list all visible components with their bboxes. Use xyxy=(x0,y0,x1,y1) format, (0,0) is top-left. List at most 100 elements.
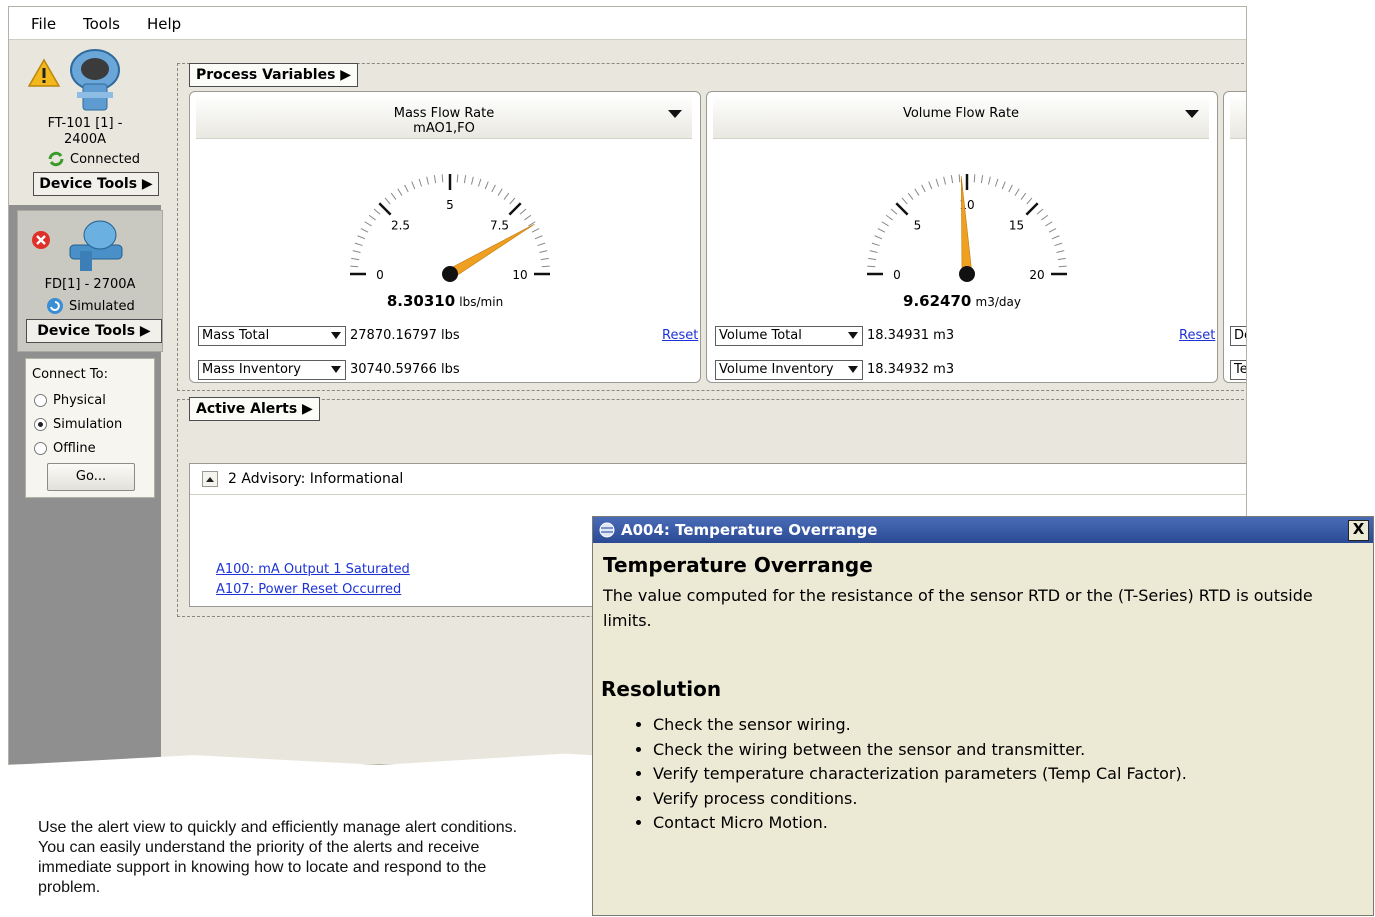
reset-link[interactable]: Reset xyxy=(662,328,698,343)
minor-tick xyxy=(539,250,548,254)
error-icon xyxy=(32,231,50,249)
device-status-label: Simulated xyxy=(69,298,135,314)
alert-detail-dialog: A004: Temperature Overrange X Temperatur… xyxy=(592,516,1374,916)
device-card-ft101[interactable]: FT-101 [1] - 2400A Connected Device Tool… xyxy=(9,40,161,205)
device-tools-button[interactable]: Device Tools ▶ xyxy=(26,319,162,343)
chevron-down-icon xyxy=(1185,110,1199,118)
minor-tick xyxy=(871,242,880,247)
gauge-panel-mass: Mass Flow Rate mAO1,FO 0 2.5 5 7.5 10 8.3031… xyxy=(189,91,701,383)
minor-tick xyxy=(1056,250,1065,254)
radio-label: Physical xyxy=(53,392,106,408)
minor-tick xyxy=(524,214,532,221)
minor-tick xyxy=(914,188,920,196)
gauge-selector[interactable]: Mass Flow Rate mAO1,FO xyxy=(196,98,692,139)
menu-file[interactable]: File xyxy=(31,15,56,33)
minor-tick xyxy=(470,176,474,185)
total-select[interactable]: Mass Total xyxy=(198,326,346,346)
tick-label: 5 xyxy=(446,198,454,212)
device-status: Connected xyxy=(47,150,140,168)
gauge-readout: 9.62470 m3/day xyxy=(707,292,1217,310)
minor-tick xyxy=(357,235,366,240)
minor-tick xyxy=(874,235,883,240)
dialog-heading: Temperature Overrange xyxy=(603,553,873,577)
chevron-down-icon xyxy=(848,366,858,373)
minor-tick xyxy=(497,188,503,196)
minor-tick xyxy=(867,265,876,268)
tick-label: 5 xyxy=(914,219,922,233)
resolution-step: Verify process conditions. xyxy=(653,787,1187,812)
total-select[interactable]: Volume Total xyxy=(715,326,863,346)
minor-tick xyxy=(881,221,889,227)
alert-group-label: 2 Advisory: Informational xyxy=(228,471,404,487)
minor-tick xyxy=(418,178,423,187)
tick-label: 0 xyxy=(893,268,901,282)
info-globe-icon xyxy=(599,522,615,538)
radio-button[interactable] xyxy=(34,393,47,407)
minor-tick xyxy=(351,257,360,261)
minor-tick xyxy=(994,178,999,187)
minor-tick xyxy=(441,174,444,183)
go-button[interactable]: Go... xyxy=(47,463,135,491)
resolution-step: Check the wiring between the sensor and … xyxy=(653,738,1187,763)
menu-tools[interactable]: Tools xyxy=(83,15,120,33)
radio-offline[interactable]: Offline xyxy=(34,439,96,457)
minor-tick xyxy=(463,175,467,184)
collapse-icon[interactable] xyxy=(202,471,218,487)
minor-tick xyxy=(411,181,416,190)
radio-simulation[interactable]: Simulation xyxy=(34,415,122,433)
menu-help[interactable]: Help xyxy=(147,15,181,33)
dialog-description: The value computed for the resistance of… xyxy=(603,586,1313,630)
minor-tick xyxy=(350,265,359,268)
device-card-fd1[interactable]: FD[1] - 2700A Simulated Device Tools ▶ xyxy=(17,210,163,352)
resolution-step: Contact Micro Motion. xyxy=(653,811,1187,836)
partial-select[interactable]: Te xyxy=(1230,360,1246,380)
active-alerts-button[interactable]: Active Alerts ▶ xyxy=(189,397,320,421)
radio-button[interactable] xyxy=(34,441,47,455)
minor-tick xyxy=(1045,221,1053,227)
select-value: Mass Inventory xyxy=(202,362,301,377)
major-tick xyxy=(895,202,909,216)
select-value: Volume Inventory xyxy=(719,362,834,377)
minor-tick xyxy=(1041,214,1049,221)
radio-button[interactable] xyxy=(34,417,47,431)
gauge-needle xyxy=(960,176,973,275)
alert-link[interactable]: A107: Power Reset Occurred xyxy=(216,582,401,597)
connected-icon xyxy=(48,151,64,167)
minor-tick xyxy=(390,192,397,200)
dialog-title: A004: Temperature Overrange xyxy=(621,521,878,539)
chevron-down-icon xyxy=(668,110,682,118)
chevron-down-icon xyxy=(331,366,341,373)
chevron-down-icon xyxy=(331,332,341,339)
close-button[interactable]: X xyxy=(1348,520,1369,541)
reset-link[interactable]: Reset xyxy=(1179,328,1215,343)
inventory-select[interactable]: Mass Inventory xyxy=(198,360,346,380)
caption-text: Use the alert view to quickly and effici… xyxy=(38,819,518,896)
minor-tick xyxy=(1001,181,1006,190)
inventory-select[interactable]: Volume Inventory xyxy=(715,360,863,380)
process-variables-button[interactable]: Process Variables ▶ xyxy=(189,63,359,87)
partial-select[interactable]: De xyxy=(1230,326,1246,346)
alert-link[interactable]: A100: mA Output 1 Saturated xyxy=(216,562,410,577)
gauge-selector[interactable] xyxy=(1230,98,1246,139)
dialog-titlebar[interactable]: A004: Temperature Overrange X xyxy=(593,517,1373,543)
minor-tick xyxy=(973,174,976,183)
gauge-subtitle: mAO1,FO xyxy=(413,121,475,136)
inventory-value: 18.34932 m3 xyxy=(867,362,955,377)
minor-tick xyxy=(1051,235,1060,240)
gauge-value: 9.62470 xyxy=(903,292,972,310)
gauge-unit: lbs/min xyxy=(459,295,504,309)
gauge-panel-volume: Volume Flow Rate 0 5 10 15 20 9.62470 m3/day… xyxy=(706,91,1218,383)
radio-label: Offline xyxy=(53,440,96,456)
radio-physical[interactable]: Physical xyxy=(34,391,106,409)
device-tools-button[interactable]: Device Tools ▶ xyxy=(33,172,159,196)
minor-tick xyxy=(1020,192,1027,200)
alert-group-header[interactable]: 2 Advisory: Informational xyxy=(190,464,1246,495)
minor-tick xyxy=(404,184,409,193)
minor-tick xyxy=(541,265,550,268)
resolution-list: Check the sensor wiring. Check the wirin… xyxy=(633,713,1187,836)
gauge-selector[interactable]: Volume Flow Rate xyxy=(713,98,1209,139)
minor-tick xyxy=(397,188,403,196)
gauge-panel-partial: De Te xyxy=(1223,91,1246,383)
gauge-value: 8.30310 xyxy=(386,292,456,310)
select-value: Mass Total xyxy=(202,328,270,343)
